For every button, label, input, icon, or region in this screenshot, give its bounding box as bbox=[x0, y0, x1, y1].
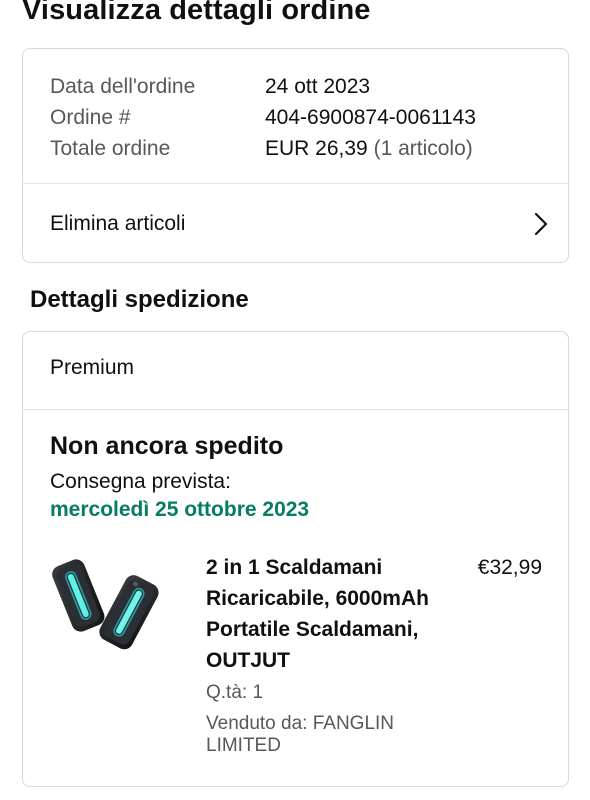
order-date-value: 24 ott 2023 bbox=[265, 74, 371, 98]
order-date-label: Data dell'ordine bbox=[50, 74, 196, 98]
item-info: 2 in 1 Scaldamani Ricaricabile, 6000mAh … bbox=[206, 552, 456, 757]
order-item: 2 in 1 Scaldamani Ricaricabile, 6000mAh … bbox=[50, 552, 542, 756]
shipment-section-title: Dettagli spedizione bbox=[30, 286, 249, 313]
order-total-amount: EUR 26,39 bbox=[265, 136, 368, 160]
shipment-status-block: Non ancora spedito Consegna prevista: me… bbox=[50, 432, 309, 522]
order-total-row: Totale ordine EUR 26,39 (1 articolo) bbox=[50, 133, 476, 164]
item-price: €32,99 bbox=[477, 556, 542, 579]
order-total-items: (1 articolo) bbox=[373, 136, 473, 160]
eta-label: Consegna prevista: bbox=[50, 470, 231, 493]
eta-date: mercoledì 25 ottobre 2023 bbox=[50, 498, 310, 521]
order-total-value: EUR 26,39 (1 articolo) bbox=[265, 137, 473, 161]
hand-warmer-product-image bbox=[52, 559, 159, 650]
order-date-row: Data dell'ordine 24 ott 2023 bbox=[50, 71, 476, 102]
order-number-row: Ordine # 404-6900874-0061143 bbox=[50, 102, 476, 133]
order-number-value: 404-6900874-0061143 bbox=[265, 105, 476, 129]
item-name-link[interactable]: 2 in 1 Scaldamani Ricaricabile, 6000mAh … bbox=[206, 552, 456, 676]
shipment-status: Non ancora spedito bbox=[50, 432, 284, 460]
remove-items-button[interactable]: Elimina articoli bbox=[23, 184, 568, 264]
order-total-label: Totale ordine bbox=[50, 136, 171, 160]
product-image[interactable] bbox=[50, 552, 160, 662]
item-seller: Venduto da: FANGLIN LIMITED bbox=[206, 713, 395, 756]
shipment-divider bbox=[23, 409, 568, 410]
item-quantity: Q.tà: 1 bbox=[206, 682, 264, 703]
chevron-right-icon bbox=[534, 212, 548, 236]
page-title: Visualizza dettagli ordine bbox=[22, 0, 371, 26]
order-summary-card: Data dell'ordine 24 ott 2023 Ordine # 40… bbox=[22, 48, 569, 263]
delivery-type: Premium bbox=[50, 356, 135, 379]
shipment-card: Premium Non ancora spedito Consegna prev… bbox=[22, 331, 569, 787]
order-summary-grid: Data dell'ordine 24 ott 2023 Ordine # 40… bbox=[50, 71, 476, 164]
remove-items-label: Elimina articoli bbox=[50, 212, 186, 235]
order-number-label: Ordine # bbox=[50, 105, 131, 129]
